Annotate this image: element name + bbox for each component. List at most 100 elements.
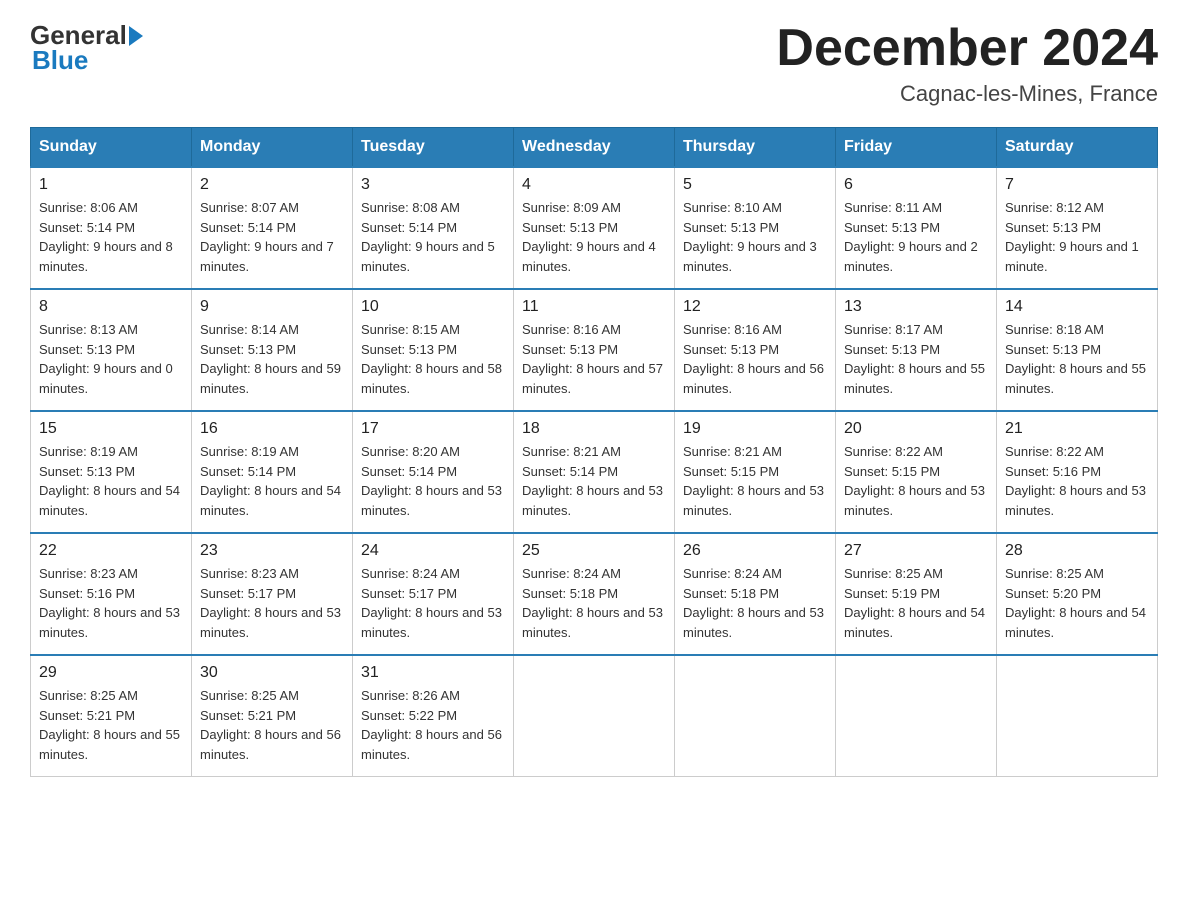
day-info: Sunrise: 8:25 AM Sunset: 5:21 PM Dayligh… [39,686,183,764]
day-number: 28 [1005,542,1149,560]
table-row: 11 Sunrise: 8:16 AM Sunset: 5:13 PM Dayl… [514,289,675,411]
day-info: Sunrise: 8:24 AM Sunset: 5:18 PM Dayligh… [683,564,827,642]
week-row-2: 8 Sunrise: 8:13 AM Sunset: 5:13 PM Dayli… [31,289,1158,411]
col-wednesday: Wednesday [514,128,675,168]
table-row [836,655,997,777]
table-row: 5 Sunrise: 8:10 AM Sunset: 5:13 PM Dayli… [675,167,836,289]
day-info: Sunrise: 8:07 AM Sunset: 5:14 PM Dayligh… [200,198,344,276]
col-thursday: Thursday [675,128,836,168]
day-info: Sunrise: 8:16 AM Sunset: 5:13 PM Dayligh… [683,320,827,398]
day-number: 27 [844,542,988,560]
col-saturday: Saturday [997,128,1158,168]
table-row: 10 Sunrise: 8:15 AM Sunset: 5:13 PM Dayl… [353,289,514,411]
day-info: Sunrise: 8:26 AM Sunset: 5:22 PM Dayligh… [361,686,505,764]
day-info: Sunrise: 8:19 AM Sunset: 5:14 PM Dayligh… [200,442,344,520]
day-info: Sunrise: 8:14 AM Sunset: 5:13 PM Dayligh… [200,320,344,398]
day-info: Sunrise: 8:09 AM Sunset: 5:13 PM Dayligh… [522,198,666,276]
week-row-4: 22 Sunrise: 8:23 AM Sunset: 5:16 PM Dayl… [31,533,1158,655]
table-row: 29 Sunrise: 8:25 AM Sunset: 5:21 PM Dayl… [31,655,192,777]
day-number: 11 [522,298,666,316]
day-number: 29 [39,664,183,682]
table-row: 28 Sunrise: 8:25 AM Sunset: 5:20 PM Dayl… [997,533,1158,655]
table-row: 9 Sunrise: 8:14 AM Sunset: 5:13 PM Dayli… [192,289,353,411]
day-number: 3 [361,176,505,194]
day-number: 24 [361,542,505,560]
table-row: 27 Sunrise: 8:25 AM Sunset: 5:19 PM Dayl… [836,533,997,655]
day-info: Sunrise: 8:24 AM Sunset: 5:18 PM Dayligh… [522,564,666,642]
table-row: 15 Sunrise: 8:19 AM Sunset: 5:13 PM Dayl… [31,411,192,533]
col-tuesday: Tuesday [353,128,514,168]
table-row [675,655,836,777]
location-title: Cagnac-les-Mines, France [776,81,1158,107]
day-info: Sunrise: 8:18 AM Sunset: 5:13 PM Dayligh… [1005,320,1149,398]
logo-arrow-icon [129,26,143,46]
day-number: 31 [361,664,505,682]
day-number: 6 [844,176,988,194]
day-number: 26 [683,542,827,560]
table-row: 23 Sunrise: 8:23 AM Sunset: 5:17 PM Dayl… [192,533,353,655]
day-info: Sunrise: 8:06 AM Sunset: 5:14 PM Dayligh… [39,198,183,276]
day-number: 9 [200,298,344,316]
day-info: Sunrise: 8:23 AM Sunset: 5:16 PM Dayligh… [39,564,183,642]
day-number: 25 [522,542,666,560]
week-row-3: 15 Sunrise: 8:19 AM Sunset: 5:13 PM Dayl… [31,411,1158,533]
logo-blue-text: Blue [30,45,88,76]
day-info: Sunrise: 8:10 AM Sunset: 5:13 PM Dayligh… [683,198,827,276]
day-info: Sunrise: 8:08 AM Sunset: 5:14 PM Dayligh… [361,198,505,276]
table-row: 14 Sunrise: 8:18 AM Sunset: 5:13 PM Dayl… [997,289,1158,411]
day-number: 21 [1005,420,1149,438]
logo: General Blue [30,20,143,76]
day-number: 22 [39,542,183,560]
table-row: 25 Sunrise: 8:24 AM Sunset: 5:18 PM Dayl… [514,533,675,655]
day-number: 23 [200,542,344,560]
day-number: 20 [844,420,988,438]
day-info: Sunrise: 8:25 AM Sunset: 5:21 PM Dayligh… [200,686,344,764]
day-number: 10 [361,298,505,316]
day-info: Sunrise: 8:13 AM Sunset: 5:13 PM Dayligh… [39,320,183,398]
day-number: 16 [200,420,344,438]
page-header: General Blue December 2024 Cagnac-les-Mi… [30,20,1158,107]
day-info: Sunrise: 8:21 AM Sunset: 5:15 PM Dayligh… [683,442,827,520]
table-row: 1 Sunrise: 8:06 AM Sunset: 5:14 PM Dayli… [31,167,192,289]
day-number: 2 [200,176,344,194]
table-row [514,655,675,777]
table-row: 17 Sunrise: 8:20 AM Sunset: 5:14 PM Dayl… [353,411,514,533]
table-row: 12 Sunrise: 8:16 AM Sunset: 5:13 PM Dayl… [675,289,836,411]
day-number: 30 [200,664,344,682]
table-row: 20 Sunrise: 8:22 AM Sunset: 5:15 PM Dayl… [836,411,997,533]
table-row: 4 Sunrise: 8:09 AM Sunset: 5:13 PM Dayli… [514,167,675,289]
table-row: 26 Sunrise: 8:24 AM Sunset: 5:18 PM Dayl… [675,533,836,655]
day-number: 1 [39,176,183,194]
table-row: 13 Sunrise: 8:17 AM Sunset: 5:13 PM Dayl… [836,289,997,411]
month-title: December 2024 [776,20,1158,77]
day-info: Sunrise: 8:20 AM Sunset: 5:14 PM Dayligh… [361,442,505,520]
table-row: 21 Sunrise: 8:22 AM Sunset: 5:16 PM Dayl… [997,411,1158,533]
day-number: 7 [1005,176,1149,194]
table-row: 8 Sunrise: 8:13 AM Sunset: 5:13 PM Dayli… [31,289,192,411]
day-info: Sunrise: 8:11 AM Sunset: 5:13 PM Dayligh… [844,198,988,276]
day-info: Sunrise: 8:15 AM Sunset: 5:13 PM Dayligh… [361,320,505,398]
col-sunday: Sunday [31,128,192,168]
day-info: Sunrise: 8:12 AM Sunset: 5:13 PM Dayligh… [1005,198,1149,276]
day-info: Sunrise: 8:25 AM Sunset: 5:19 PM Dayligh… [844,564,988,642]
week-row-1: 1 Sunrise: 8:06 AM Sunset: 5:14 PM Dayli… [31,167,1158,289]
table-row: 30 Sunrise: 8:25 AM Sunset: 5:21 PM Dayl… [192,655,353,777]
day-number: 15 [39,420,183,438]
table-row: 24 Sunrise: 8:24 AM Sunset: 5:17 PM Dayl… [353,533,514,655]
calendar-table: Sunday Monday Tuesday Wednesday Thursday… [30,127,1158,777]
day-number: 12 [683,298,827,316]
day-number: 18 [522,420,666,438]
table-row [997,655,1158,777]
day-number: 17 [361,420,505,438]
col-friday: Friday [836,128,997,168]
table-row: 22 Sunrise: 8:23 AM Sunset: 5:16 PM Dayl… [31,533,192,655]
table-row: 18 Sunrise: 8:21 AM Sunset: 5:14 PM Dayl… [514,411,675,533]
table-row: 2 Sunrise: 8:07 AM Sunset: 5:14 PM Dayli… [192,167,353,289]
week-row-5: 29 Sunrise: 8:25 AM Sunset: 5:21 PM Dayl… [31,655,1158,777]
day-info: Sunrise: 8:22 AM Sunset: 5:15 PM Dayligh… [844,442,988,520]
day-number: 13 [844,298,988,316]
day-number: 8 [39,298,183,316]
calendar-header-row: Sunday Monday Tuesday Wednesday Thursday… [31,128,1158,168]
day-info: Sunrise: 8:22 AM Sunset: 5:16 PM Dayligh… [1005,442,1149,520]
day-number: 5 [683,176,827,194]
